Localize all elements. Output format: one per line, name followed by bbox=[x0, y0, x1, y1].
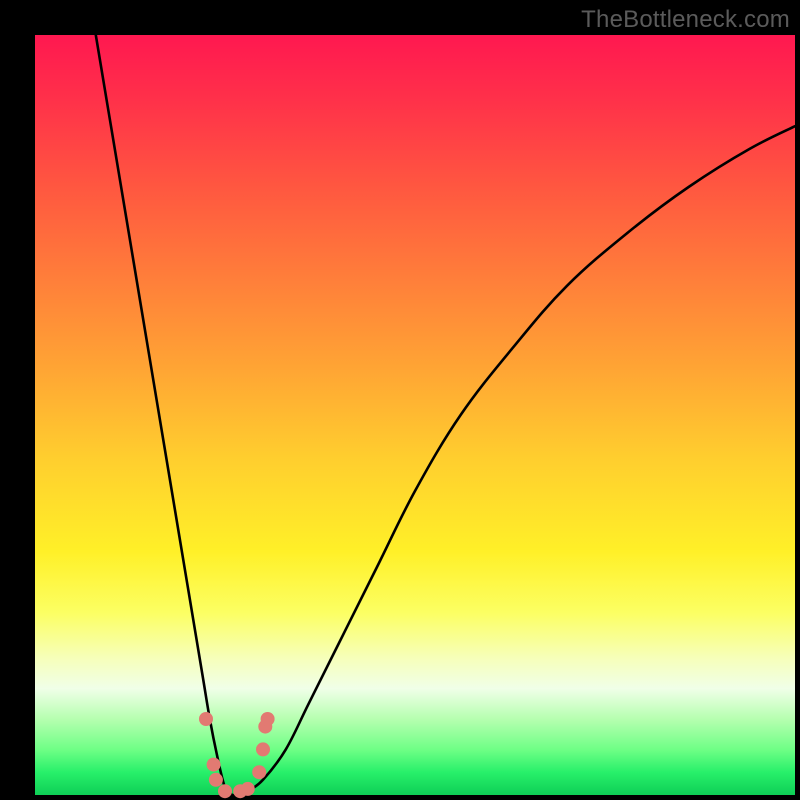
marker-dot bbox=[199, 712, 213, 726]
marker-dot bbox=[207, 758, 221, 772]
plot-area bbox=[35, 35, 795, 795]
marker-dot bbox=[241, 782, 255, 796]
bottleneck-curve bbox=[96, 35, 795, 796]
marker-dot bbox=[261, 712, 275, 726]
curve-layer bbox=[35, 35, 795, 795]
watermark-text: TheBottleneck.com bbox=[581, 6, 790, 34]
marker-dot bbox=[218, 784, 232, 798]
chart-frame: TheBottleneck.com bbox=[0, 0, 800, 800]
marker-dot bbox=[252, 765, 266, 779]
marker-dot bbox=[209, 773, 223, 787]
marker-dot bbox=[256, 742, 270, 756]
